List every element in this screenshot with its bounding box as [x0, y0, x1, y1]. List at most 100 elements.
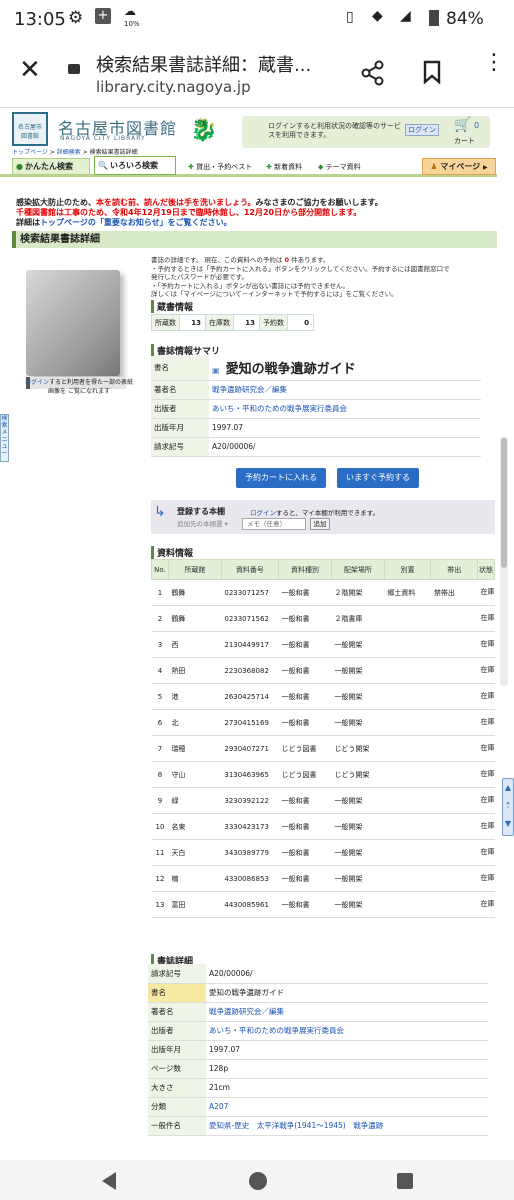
item-library: 守山 [168, 761, 222, 788]
tab-best[interactable]: ✚ 貸出・予約ベスト [188, 162, 252, 172]
shelf-login-link[interactable]: ログイン [250, 509, 276, 517]
summary-key: 出版者 [151, 399, 209, 419]
summary-value: 1997.07 [209, 418, 481, 438]
item-separate [384, 865, 431, 892]
table-row: 7 瑞穂 2930407271 じどう図書 じどう開架 在庫 [151, 735, 495, 762]
table-row: 8 守山 3130463965 じどう図書 じどう開架 在庫 [151, 761, 495, 788]
item-location: 一般開架 [331, 865, 385, 892]
shelf-add-button[interactable]: 追加 [310, 518, 330, 530]
close-icon[interactable]: ✕ [19, 56, 41, 84]
item-status: 在庫 [477, 605, 495, 632]
item-library: 鶴舞 [168, 579, 222, 606]
item-location: ２階開架 [331, 579, 385, 606]
item-type: 一般和書 [278, 579, 332, 606]
detail-subject-links[interactable]: 愛知県-歴史 太平洋戦争(1941～1945) 戦争遺跡 [206, 1116, 488, 1136]
summary-key: 出版年月 [151, 418, 209, 438]
item-separate [384, 761, 431, 788]
item-status: 在庫 [477, 631, 495, 658]
mypage-button[interactable]: ♟ マイページ ▶ [422, 158, 496, 175]
back-icon[interactable] [100, 1171, 118, 1191]
notice-1b: 本を読む前、読んだ後は手を洗いましょう。 [96, 198, 256, 207]
detail-key: 書名 [148, 983, 206, 1003]
item-no: 12 [151, 865, 169, 892]
table-row: 12 楠 4330086853 一般和書 一般開架 在庫 [151, 865, 495, 892]
reserve-count: 0 [304, 318, 309, 327]
detail-key: 著者名 [148, 1002, 206, 1022]
summary-author-link[interactable]: 戦争遺跡研究会／編集 [209, 380, 481, 400]
item-library: 緑 [168, 787, 222, 814]
memo-input[interactable]: メモ（任意） [242, 518, 306, 530]
item-lend [430, 657, 478, 684]
intro-line-3: 発行したパスワードが必要です。 [151, 273, 248, 281]
item-no: 9 [151, 787, 169, 814]
scrollbar-thumb[interactable] [501, 438, 507, 568]
table-row: 4 熱田 2230368082 一般和書 一般開架 在庫 [151, 657, 495, 684]
item-separate [384, 631, 431, 658]
item-type: じどう図書 [278, 761, 332, 788]
home-icon[interactable] [248, 1171, 268, 1191]
url-text[interactable]: library.city.nagoya.jp [96, 78, 251, 96]
login-button[interactable]: ログイン [405, 124, 439, 136]
col-library: 所蔵館 [167, 559, 222, 580]
scroll-top-icon[interactable]: ⇡ [503, 797, 513, 815]
tab-new[interactable]: ✚ 新着資料 [266, 162, 302, 172]
tab-various-search[interactable]: 🔍 いろいろ検索 [94, 156, 176, 175]
table-row: 5 港 2630425714 一般和書 一般開架 在庫 [151, 683, 495, 710]
share-icon[interactable] [361, 60, 385, 86]
summary-row-title: 書名 ▣ 愛知の戦争遺跡ガイド [151, 356, 481, 381]
item-type: 一般和書 [278, 891, 332, 918]
add-to-cart-button[interactable]: 予約カートに入れる [236, 468, 326, 488]
summary-publisher-link[interactable]: あいち・平和のための戦争展実行委員会 [209, 399, 481, 419]
item-id: 3130463965 [221, 761, 279, 788]
table-row: 9 緑 3230392122 一般和書 一般開架 在庫 [151, 787, 495, 814]
item-location: じどう開架 [331, 761, 385, 788]
item-library: 港 [168, 683, 222, 710]
book-icon: ▣ [212, 366, 220, 376]
tab-theme[interactable]: ◆ テーマ資料 [318, 162, 361, 172]
vibrate-icon: ▯ [346, 9, 354, 25]
item-library: 北 [168, 709, 222, 736]
breadcrumb-top[interactable]: トップページ [12, 149, 48, 156]
detail-class-link[interactable]: A207 [206, 1097, 488, 1117]
recents-icon[interactable] [396, 1172, 414, 1190]
holdings-title: 蔵書情報 [151, 300, 193, 313]
item-location: 一般開架 [331, 683, 385, 710]
summary-key: 請求記号 [151, 437, 209, 457]
side-search-menu-tab[interactable]: 検索メニュー [0, 414, 9, 462]
item-type: 一般和書 [278, 683, 332, 710]
item-status: 在庫 [477, 657, 495, 684]
page-scroll-widget[interactable]: ▲ ⇡ ▼ [502, 778, 514, 836]
item-type: 一般和書 [278, 813, 332, 840]
login-note: ログインすると利用状況の確認等のサービスを利用できます。 [268, 122, 401, 139]
scroll-up-icon[interactable]: ▲ [503, 779, 513, 797]
android-nav-bar [0, 1160, 514, 1200]
important-notice-link[interactable]: トップページの「重要なお知らせ」をご覧ください。 [40, 218, 232, 227]
detail-key: 分類 [148, 1097, 206, 1117]
detail-author-link[interactable]: 戦争遺跡研究会／編集 [206, 1002, 488, 1022]
cover-login-link[interactable]: ログイン [25, 379, 49, 386]
table-row: 2 鶴舞 0233071562 一般和書 ２階書庫 在庫 [151, 605, 495, 632]
reserve-now-button[interactable]: いますぐ予約する [337, 468, 419, 488]
mypage-label: マイページ [440, 162, 481, 171]
item-no: 4 [151, 657, 169, 684]
cart-icon[interactable]: 🛒 [454, 117, 471, 133]
shelf-select[interactable]: 追加先の本棚選 ▾ [177, 518, 237, 530]
item-library: 鶴舞 [168, 605, 222, 632]
item-type: 一般和書 [278, 865, 332, 892]
item-id: 2630425714 [221, 683, 279, 710]
detail-row: ページ数 128p [148, 1059, 488, 1079]
detail-publisher-link[interactable]: あいち・平和のための戦争展実行委員会 [206, 1021, 488, 1041]
status-time: 13:05 [14, 9, 66, 30]
item-id: 2130449917 [221, 631, 279, 658]
bookmark-icon[interactable] [422, 60, 442, 84]
more-icon[interactable]: ⋮ [483, 52, 505, 74]
item-status: 在庫 [477, 839, 495, 866]
breadcrumb-search[interactable]: 詳細検索 [57, 149, 81, 156]
library-logo-icon[interactable]: 名古屋市 図書館 [12, 112, 48, 146]
item-type: 一般和書 [278, 605, 332, 632]
scroll-down-icon[interactable]: ▼ [503, 815, 513, 833]
tab-easy-search[interactable]: ● かんたん検索 [12, 158, 90, 175]
wifi-icon: ◆ [372, 8, 383, 24]
item-no: 8 [151, 761, 169, 788]
item-no: 2 [151, 605, 169, 632]
